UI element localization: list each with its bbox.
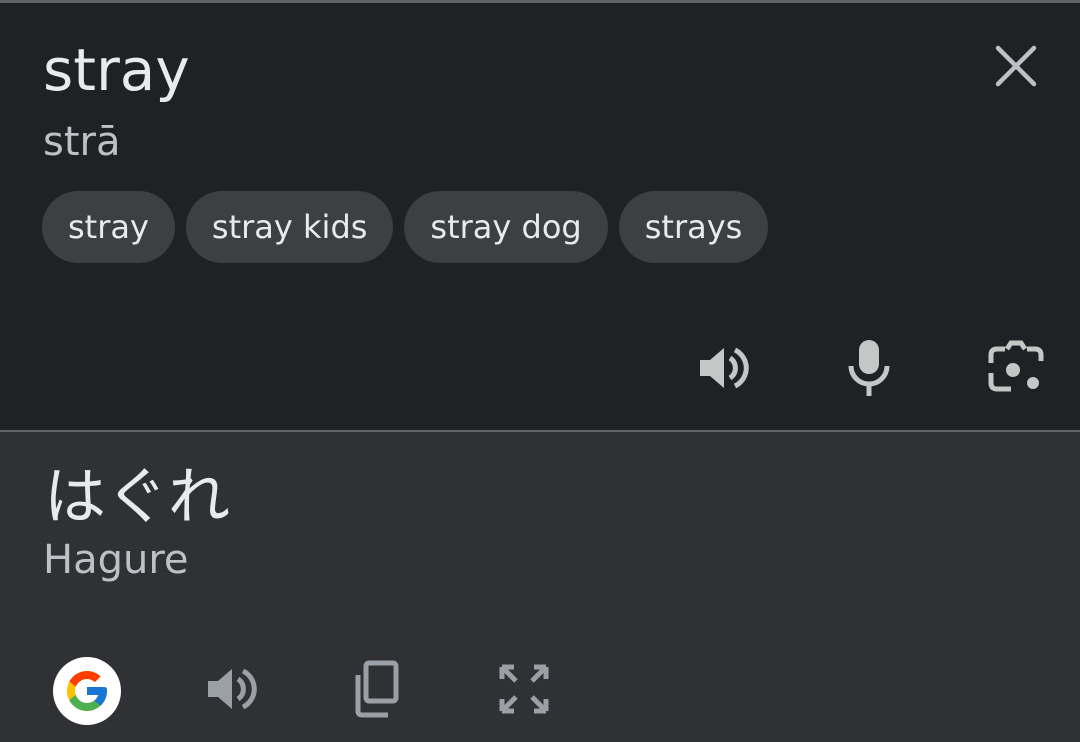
- suggestion-chips: stray stray kids stray dog strays: [42, 191, 769, 263]
- translate-screen: stray strā stray stray kids stray dog st…: [0, 0, 1080, 742]
- translated-text: はぐれ: [44, 460, 231, 533]
- source-text[interactable]: stray: [43, 36, 190, 104]
- source-transliteration: strā: [43, 119, 121, 165]
- copy-button[interactable]: [344, 657, 408, 721]
- suggestion-chip[interactable]: strays: [618, 191, 769, 263]
- fullscreen-icon: [499, 664, 549, 714]
- target-transliteration: Hagure: [43, 537, 189, 583]
- copy-icon: [355, 660, 399, 718]
- close-icon: [995, 45, 1037, 87]
- target-listen-button[interactable]: [198, 657, 262, 721]
- suggestion-chip[interactable]: stray kids: [185, 191, 394, 263]
- fullscreen-button[interactable]: [492, 657, 556, 721]
- source-listen-button[interactable]: [690, 336, 754, 400]
- close-button[interactable]: [988, 38, 1044, 94]
- camera-button[interactable]: [984, 336, 1048, 400]
- google-logo-icon: [67, 671, 107, 711]
- speaker-icon: [700, 347, 749, 389]
- microphone-button[interactable]: [837, 336, 901, 400]
- microphone-icon: [848, 340, 890, 396]
- suggestion-chip[interactable]: stray: [42, 191, 175, 263]
- suggestion-chip[interactable]: stray dog: [404, 191, 608, 263]
- google-button[interactable]: [53, 657, 121, 725]
- lens-camera-icon: [988, 340, 1044, 392]
- speaker-icon: [208, 668, 257, 710]
